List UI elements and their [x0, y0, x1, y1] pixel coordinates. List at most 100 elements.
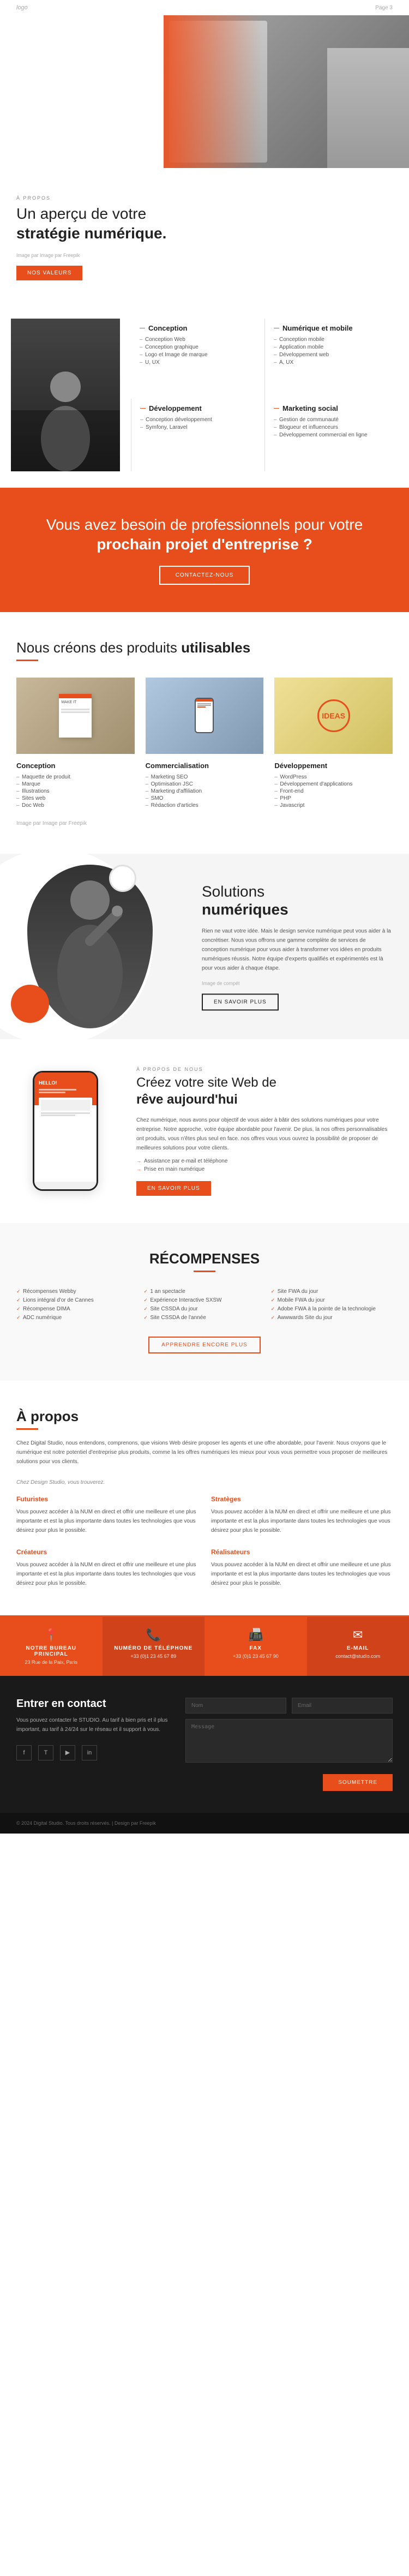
hero-section: Nous sommes un studio numérique Image pa… [0, 15, 409, 168]
produit-card-conception: MAKE IT Conception Maquette de produit M… [16, 678, 135, 810]
about-col-createurs: Créateurs Vous pouvez accéder à la NUM e… [16, 1548, 198, 1588]
service-conception-title: Conception [140, 324, 256, 332]
list-item: Application mobile [274, 344, 389, 350]
list-item: Illustrations [16, 788, 135, 794]
service-developpement-list: Conception développement Symfony, Larave… [140, 417, 256, 430]
fax-value: +33 (0)1 23 45 67 90 [213, 1654, 298, 1659]
list-item: Lions intégral d'or de Cannes [16, 1297, 138, 1303]
recompense-list-2: 1 an spectacle Expérience Interactive SX… [143, 1289, 265, 1321]
produits-title: Nous créons des produits utilisables [16, 639, 393, 656]
list-item: Blogueur et influenceurs [274, 424, 389, 430]
form-field-message [185, 1719, 393, 1765]
list-item: Optimisation JSC [146, 781, 264, 787]
facebook-icon[interactable]: f [16, 1745, 32, 1760]
solutions-image-credit: Image de compét [202, 980, 393, 986]
about-col-title-futuristes: Futuristes [16, 1495, 198, 1503]
service-numerique-title: Numérique et mobile [274, 324, 389, 332]
produits-image-credit: Image par Image par Freepik [16, 820, 393, 826]
produit-list-conception: Maquette de produit Marque Illustrations… [16, 774, 135, 808]
service-marketing-title: Marketing social [274, 404, 389, 412]
solutions-section: Solutions numériques Rien ne vaut votre … [0, 854, 409, 1039]
hero-content: Nous sommes un studio numérique Image pa… [16, 37, 191, 117]
creer-section: HELLO! À PROPOS DE NOUS Créez votre site… [0, 1039, 409, 1223]
creer-title: Créez votre site Web de rêve aujourd'hui [136, 1074, 393, 1108]
produit-list-dev: WordPress Développement d'applications F… [274, 774, 393, 808]
list-item: ADC numérique [16, 1315, 138, 1321]
location-icon: 📍 [9, 1628, 94, 1642]
footer-text: © 2024 Digital Studio. Tous droits réser… [16, 1820, 156, 1826]
solutions-title: Solutions numériques [202, 882, 393, 919]
about-col-realisateurs: Réalisateurs Vous pouvez accéder à la NU… [211, 1548, 393, 1588]
about-divider [16, 1428, 38, 1430]
apropos-image-credit: Image par Image par Freepik [16, 253, 393, 258]
bureau-label: NOTRE BUREAU PRINCIPAL [9, 1645, 94, 1657]
footer: © 2024 Digital Studio. Tous droits réser… [0, 1813, 409, 1834]
about-col-futuristes: Futuristes Vous pouvez accéder à la NUM … [16, 1495, 198, 1535]
contact-info: Entrer en contact Vous pouvez contacter … [16, 1698, 169, 1791]
message-textarea[interactable] [185, 1719, 393, 1763]
nos-valeurs-button[interactable]: NOS VALEURS [16, 266, 82, 280]
list-item: Javascript [274, 802, 393, 808]
list-item: Site FWA du jour [271, 1289, 393, 1295]
list-item: Site CSSDA de l'année [143, 1315, 265, 1321]
creer-content: À PROPOS DE NOUS Créez votre site Web de… [136, 1067, 393, 1196]
produits-grid: MAKE IT Conception Maquette de produit M… [16, 678, 393, 810]
list-item: Expérience Interactive SXSW [143, 1297, 265, 1303]
list-item: SMO [146, 795, 264, 801]
hero-cta-button[interactable]: EN SAVOIR PLUS [16, 99, 100, 117]
apropos-section: À PROPOS Un aperçu de votre stratégie nu… [0, 168, 409, 286]
phone-screen: HELLO! [34, 1073, 97, 1182]
contact-icons-section: 📍 NOTRE BUREAU PRINCIPAL 23 Rue de la Pa… [0, 1615, 409, 1676]
email-input[interactable] [292, 1698, 393, 1714]
creer-bullets: Assistance par e-mail et téléphone Prise… [136, 1158, 393, 1172]
list-item: Doc Web [16, 802, 135, 808]
card-mockup-ideas: IDEAS [274, 678, 393, 754]
list-item: Awwwards Site du jour [271, 1315, 393, 1321]
list-item: Front-end [274, 788, 393, 794]
youtube-icon[interactable]: ▶ [60, 1745, 75, 1760]
service-marketing: Marketing social Gestion de communauté B… [264, 399, 398, 471]
services-person-image [11, 319, 120, 471]
creer-cta-button[interactable]: EN SAVOIR PLUS [136, 1181, 211, 1196]
recompenses-more-button[interactable]: APPRENDRE ENCORE PLUS [148, 1337, 261, 1353]
solutions-cta-button[interactable]: EN SAVOIR PLUS [202, 993, 279, 1010]
card-mockup: MAKE IT [16, 678, 135, 754]
produit-img-commercialisation [146, 678, 264, 754]
list-item: U, UX [140, 360, 256, 366]
recompenses-grid: Récompenses Webby Lions intégral d'or de… [16, 1289, 393, 1323]
solutions-description: Rien ne vaut votre idée. Mais le design … [202, 926, 393, 973]
recompenses-divider [194, 1271, 215, 1272]
submit-button[interactable]: SOUMETTRE [323, 1774, 393, 1791]
produit-img-dev: IDEAS [274, 678, 393, 754]
creer-description: Chez numérique, nous avons pour objectif… [136, 1116, 393, 1153]
list-item: Gestion de communauté [274, 417, 389, 423]
about-title: À propos [16, 1408, 393, 1425]
list-item: Développement commercial en ligne [274, 432, 389, 438]
list-item: Sites web [16, 795, 135, 801]
about-col-text-futuristes: Vous pouvez accéder à la NUM en direct e… [16, 1507, 198, 1535]
twitter-icon[interactable]: T [38, 1745, 53, 1760]
page-number: Page 3 [375, 5, 393, 11]
list-item: WordPress [274, 774, 393, 780]
list-item: 1 an spectacle [143, 1289, 265, 1295]
creer-phone-visual: HELLO! [16, 1071, 115, 1191]
nom-input[interactable] [185, 1698, 286, 1714]
phone-icon: 📞 [111, 1628, 196, 1642]
recompense-list-1: Récompenses Webby Lions intégral d'or de… [16, 1289, 138, 1321]
about-sub-label: Chez Design Studio, vous trouverez. [16, 1479, 393, 1485]
services-image [0, 319, 120, 471]
list-item: Prise en main numérique [136, 1166, 393, 1172]
cta-button[interactable]: CONTACTEZ-NOUS [159, 566, 250, 585]
contact-icon-email: ✉ E-MAIL contact@studio.com [307, 1617, 409, 1676]
contact-form: SOUMETTRE [185, 1698, 393, 1791]
produits-section: Nous créons des produits utilisables MAK… [0, 612, 409, 854]
list-item: Conception mobile [274, 337, 389, 343]
list-item: Conception Web [140, 337, 256, 343]
about-col-text-createurs: Vous pouvez accéder à la NUM en direct e… [16, 1560, 198, 1588]
linkedin-icon[interactable]: in [82, 1745, 97, 1760]
list-item: Mobile FWA du jour [271, 1297, 393, 1303]
bureau-value: 23 Rue de la Paix, Paris [9, 1660, 94, 1665]
recompense-col-2: 1 an spectacle Expérience Interactive SX… [143, 1289, 265, 1323]
email-value: contact@studio.com [316, 1654, 401, 1659]
produit-card-commercialisation: Commercialisation Marketing SEO Optimisa… [146, 678, 264, 810]
